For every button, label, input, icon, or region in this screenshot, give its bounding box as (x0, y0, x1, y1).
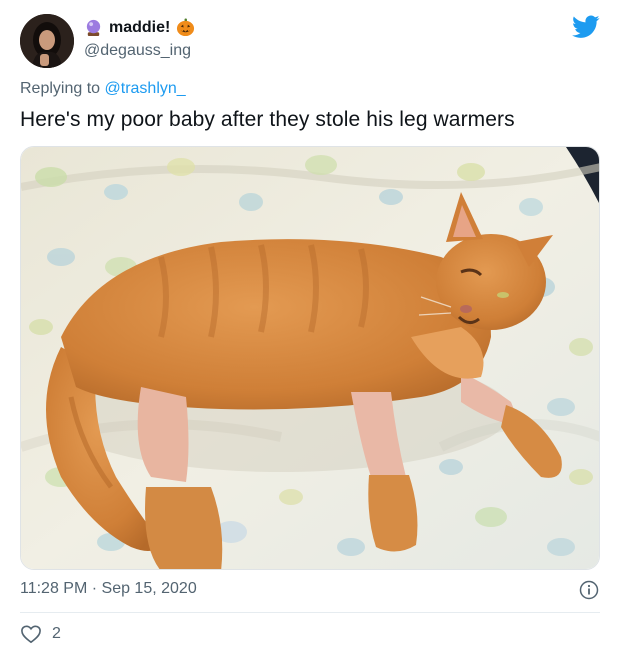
jack-o-lantern-icon (177, 18, 195, 37)
replying-to: Replying to @trashlyn_ (20, 80, 186, 98)
tweet-text: Here's my poor baby after they stole his… (20, 108, 515, 131)
cat-photo-illustration (21, 147, 599, 569)
author-name-row: maddie! (84, 18, 195, 37)
tweet-photo[interactable] (20, 146, 600, 570)
author-handle[interactable]: @degauss_ing (84, 42, 191, 60)
info-icon[interactable] (579, 580, 599, 600)
twitter-bird-icon[interactable] (572, 15, 600, 39)
reply-to-handle-link[interactable]: @trashlyn_ (105, 80, 186, 97)
divider (20, 612, 600, 613)
heart-icon (21, 625, 41, 644)
like-count: 2 (52, 625, 61, 642)
like-button[interactable]: 2 (20, 624, 61, 644)
replying-to-prefix: Replying to (20, 80, 101, 97)
author-name[interactable]: maddie! (109, 19, 170, 37)
author-avatar[interactable] (20, 14, 74, 68)
avatar-image (20, 14, 74, 68)
crystal-ball-icon (86, 19, 101, 37)
tweet-timestamp[interactable]: 11:28 PM · Sep 15, 2020 (20, 580, 197, 598)
